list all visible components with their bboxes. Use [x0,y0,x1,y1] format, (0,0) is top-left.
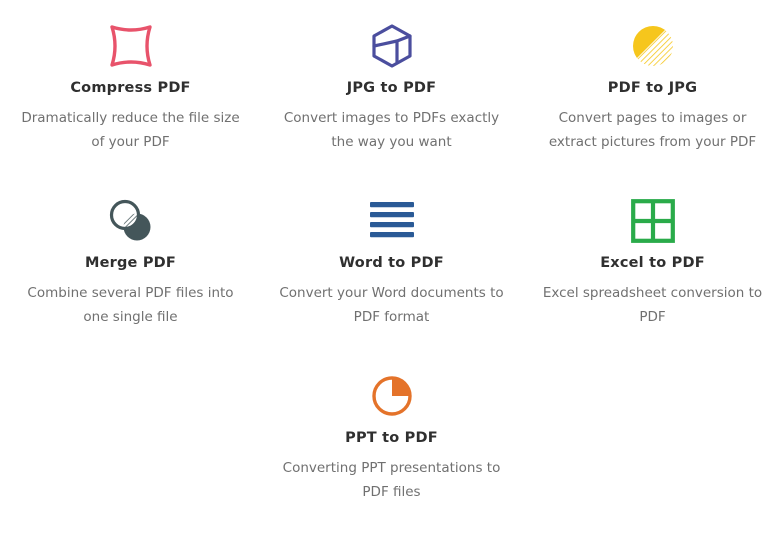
tool-title: Excel to PDF [600,255,705,271]
tool-title: Merge PDF [84,255,177,271]
hexagon-cube-icon [364,18,420,74]
tool-description: Convert images to PDFs exactly the way y… [283,110,500,150]
tool-description: Converting PPT presentations to PDF file… [282,460,501,500]
tool-description: Excel spreadsheet conversion to PDF [542,285,763,325]
tool-card-pdf-to-jpg[interactable]: PDF to JPG Convert pages to images or ex… [522,18,783,193]
tool-description: Combine several PDF files into one singl… [27,285,234,325]
tool-title: Compress PDF [70,80,191,96]
tool-card-word-to-pdf[interactable]: Word to PDF Convert your Word documents … [261,193,522,368]
tool-description: Convert your Word documents to PDF forma… [279,285,504,325]
tool-card-compress-pdf[interactable]: Compress PDF Dramatically reduce the fil… [0,18,261,193]
compress-square-icon [103,18,159,74]
tool-card-jpg-to-pdf[interactable]: JPG to PDF Convert images to PDFs exactl… [261,18,522,193]
tool-card-ppt-to-pdf[interactable]: PPT to PDF Converting PPT presentations … [261,368,522,543]
tool-description: Convert pages to images or extract pictu… [548,110,757,150]
tool-description: Dramatically reduce the file size of you… [21,110,240,150]
tool-title: JPG to PDF [346,80,437,96]
overlapping-circles-icon [103,193,159,249]
tool-card-merge-pdf[interactable]: Merge PDF Combine several PDF files into… [0,193,261,368]
text-lines-icon [364,193,420,249]
tool-title: Word to PDF [339,255,444,271]
pie-chart-icon [364,368,420,424]
hatched-circle-icon [625,18,681,74]
pdf-tools-grid: Compress PDF Dramatically reduce the fil… [0,0,783,543]
tool-title: PDF to JPG [607,80,698,96]
grid-cells-icon [625,193,681,249]
tool-card-excel-to-pdf[interactable]: Excel to PDF Excel spreadsheet conversio… [522,193,783,368]
tool-title: PPT to PDF [345,430,438,446]
